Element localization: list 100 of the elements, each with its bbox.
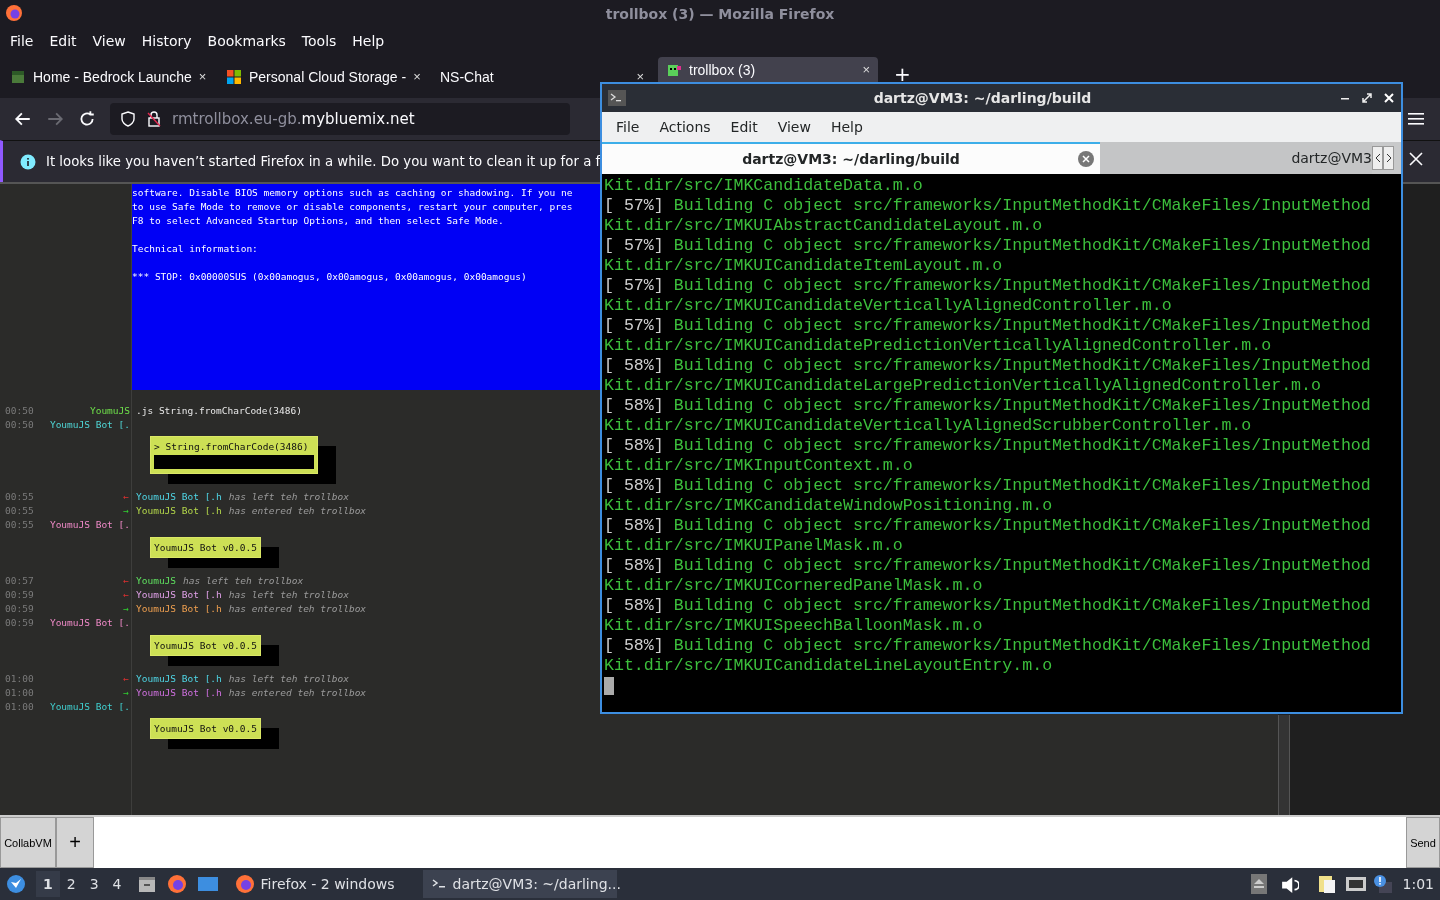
cube-icon — [10, 68, 26, 85]
terminal-line: Kit.dir/src/IMKUICandidateLineLayoutEntry.m.o — [604, 656, 1054, 676]
menu-item[interactable]: Help — [820, 119, 873, 135]
menu-item[interactable]: View — [767, 119, 821, 135]
workspace-button[interactable]: 2 — [59, 871, 83, 897]
terminal-tab[interactable]: dartz@VM3 — [1100, 142, 1372, 174]
window-icon[interactable] — [196, 875, 219, 893]
scroll-left-button[interactable] — [1372, 146, 1383, 170]
window-title: dartz@VM3: ~/darling/build — [872, 90, 1093, 106]
nickname: YoumuJS — [89, 404, 131, 416]
terminal-icon — [608, 90, 626, 106]
forward-icon[interactable] — [46, 110, 64, 128]
close-icon[interactable]: × — [862, 62, 870, 77]
close-icon[interactable] — [1409, 152, 1423, 166]
new-tab-button[interactable]: + — [894, 65, 911, 83]
shield-icon — [120, 111, 136, 127]
menu-item[interactable]: Actions — [649, 119, 721, 135]
address-bar[interactable]: rmtrollbox.eu-gb.mybluemix.net — [110, 103, 570, 135]
nickname: YoumuJS Bot [. — [49, 519, 131, 531]
volume-icon[interactable] — [1280, 875, 1299, 893]
nickname: YoumuJS — [136, 575, 178, 587]
notification-icon[interactable] — [1372, 874, 1393, 894]
menu-item[interactable]: File — [606, 119, 650, 135]
clock: 1:01 — [1401, 876, 1435, 892]
arrow-glyph: ← — [123, 575, 130, 587]
message-time: 00:59 — [5, 617, 35, 629]
message-time: 01:00 — [5, 686, 35, 698]
event-text: has left teh trollbox — [228, 672, 349, 684]
arrow-glyph: → — [123, 505, 130, 517]
menu-item[interactable]: Bookmarks — [201, 33, 293, 49]
message-time: 00:57 — [5, 575, 35, 587]
nickname: YoumuJS Bot [. — [49, 617, 131, 629]
close-icon[interactable]: × — [198, 69, 207, 84]
maximize-icon[interactable] — [1361, 92, 1373, 104]
browser-tab[interactable]: trollbox (3) × — [658, 57, 878, 82]
menu-item[interactable]: Edit — [43, 33, 84, 49]
menu-icon[interactable] — [1408, 112, 1424, 126]
menu-item[interactable]: Help — [346, 33, 392, 49]
nickname: YoumuJS Bot [.h — [136, 505, 223, 517]
scrollbar[interactable] — [1278, 715, 1290, 815]
eject-icon[interactable] — [1250, 874, 1267, 894]
terminal-line: Kit.dir/src/IMKUICorneredPanelMask.m.o — [604, 576, 984, 596]
terminal-line: [ 58%] Building C object src/frameworks/InputMethodKit/CMakeFiles/InputMethod — [604, 596, 1372, 616]
window-title: trollbox (3) — Mozilla Firefox — [605, 5, 835, 22]
menu-item[interactable]: Edit — [720, 119, 768, 135]
notification-text: It looks like you haven’t started Firefox in a while. Do you want to clean it up for a f — [46, 154, 601, 169]
back-icon[interactable] — [14, 110, 32, 128]
terminal-line: Kit.dir/src/IMKUICandidateVerticallyAlignedController.m.o — [604, 296, 1173, 316]
reload-icon[interactable] — [78, 110, 96, 128]
scroll-right-button[interactable] — [1383, 146, 1394, 170]
close-icon[interactable] — [1383, 92, 1395, 104]
room-button[interactable]: CollabVM — [0, 817, 56, 868]
menu-item[interactable]: Tools — [295, 33, 344, 49]
event-text: has left teh trollbox — [228, 491, 349, 503]
browser-tab[interactable]: Home - Bedrock Launche × — [2, 57, 212, 96]
arrow-glyph: ← — [123, 672, 130, 684]
arrow-glyph: ← — [123, 491, 130, 503]
nickname: YoumuJS Bot [.h — [136, 589, 223, 601]
taskbar-task[interactable]: Firefox - 2 windows — [226, 870, 423, 898]
nickname: YoumuJS Bot [.h — [136, 491, 223, 503]
menu-item[interactable]: File — [4, 33, 41, 49]
terminal-line: Kit.dir/src/IMKUICandidatePredictionVerticallyAlignedController.m.o — [604, 336, 1273, 356]
arrow-glyph: ← — [123, 589, 130, 601]
terminal-line: Kit.dir/src/IMKUISpeechBalloonMask.m.o — [604, 616, 984, 636]
workspace-button[interactable]: 1 — [36, 871, 60, 897]
clipboard-icon[interactable] — [1316, 874, 1337, 894]
menu-item[interactable]: View — [86, 33, 133, 49]
terminal-line: [ 58%] Building C object src/frameworks/InputMethodKit/CMakeFiles/InputMethod — [604, 396, 1372, 416]
message-time: 00:55 — [5, 505, 35, 517]
message-time: 01:00 — [5, 672, 35, 684]
terminal-line: [ 58%] Building C object src/frameworks/InputMethodKit/CMakeFiles/InputMethod — [604, 516, 1372, 536]
menu-item[interactable]: History — [135, 33, 199, 49]
nickname: YoumuJS Bot [.h — [136, 672, 223, 684]
add-button[interactable]: + — [56, 817, 94, 868]
nickname: YoumuJS Bot [. — [49, 700, 131, 712]
browser-tab[interactable]: NS-Chat × — [432, 57, 652, 96]
terminal-line: Kit.dir/src/IMKUIPanelMask.m.o — [604, 536, 904, 556]
event-text: has entered teh trollbox — [228, 505, 367, 517]
file-manager-icon[interactable] — [136, 874, 157, 894]
windows-logo-icon — [226, 68, 242, 85]
terminal-tab[interactable]: dartz@VM3: ~/darling/build — [602, 142, 1100, 174]
network-icon[interactable] — [1344, 875, 1367, 893]
nickname: YoumuJS Bot [.h — [136, 686, 223, 698]
event-text: has left teh trollbox — [183, 575, 304, 587]
arrow-glyph: → — [123, 686, 130, 698]
firefox-logo-icon — [5, 4, 23, 22]
close-icon[interactable]: × — [636, 69, 644, 84]
send-button[interactable]: Send — [1406, 817, 1440, 868]
firefox-icon[interactable] — [166, 874, 187, 894]
chevron-left-icon — [1374, 153, 1381, 163]
nickname: YoumuJS Bot [. — [49, 418, 131, 430]
terminal-line: [ 58%] Building C object src/frameworks/InputMethodKit/CMakeFiles/InputMethod — [604, 476, 1372, 496]
message-time: 00:59 — [5, 589, 35, 601]
browser-tab[interactable]: Personal Cloud Storage - × — [218, 57, 426, 96]
close-icon[interactable]: × — [413, 69, 421, 84]
workspace-button[interactable]: 4 — [105, 871, 129, 897]
event-text: has entered teh trollbox — [228, 603, 367, 615]
text-cursor — [604, 677, 614, 695]
workspace-button[interactable]: 3 — [82, 871, 106, 897]
message-text: .js String.fromCharCode(3486) — [136, 404, 302, 416]
